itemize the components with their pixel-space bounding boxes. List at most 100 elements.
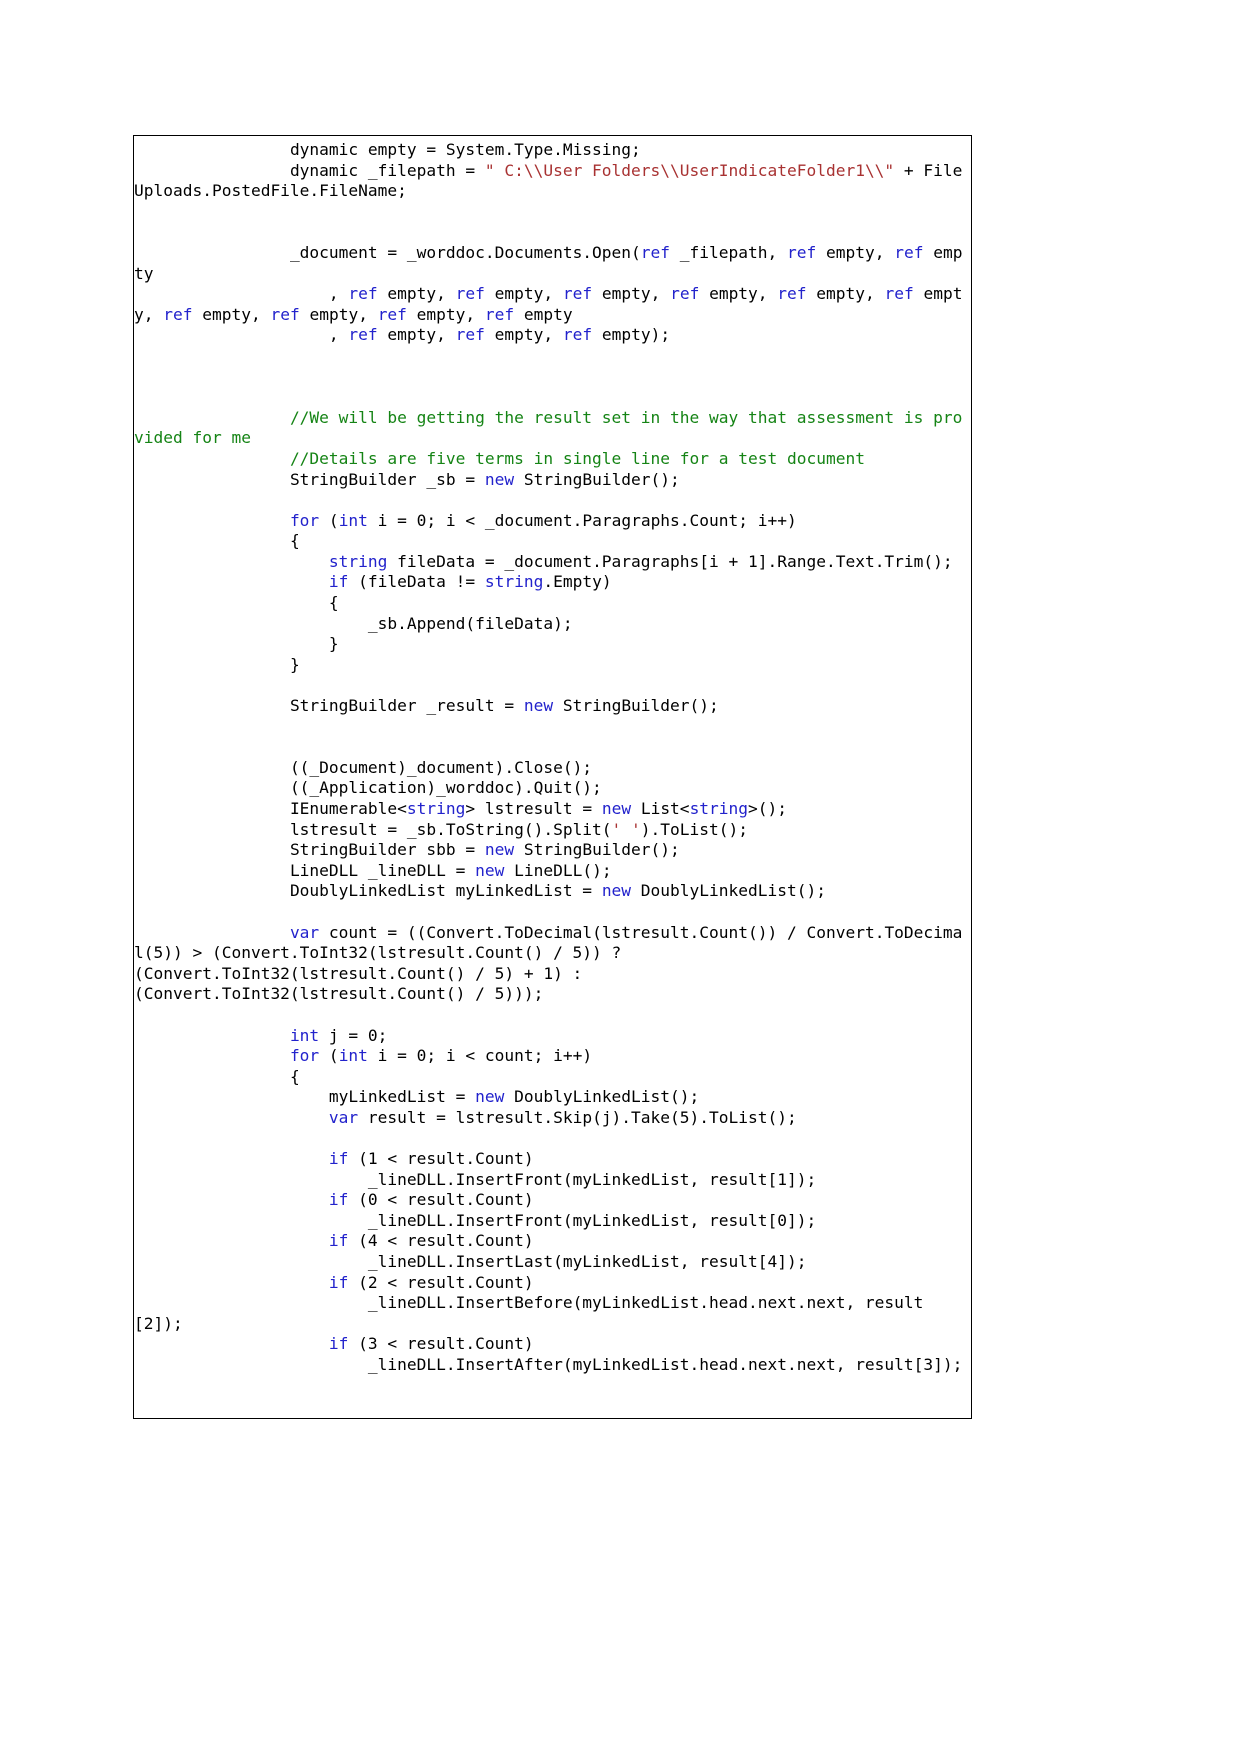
code-token-pln: ((_Document)_document).Close(); (289, 757, 593, 777)
code-line: } (134, 634, 339, 653)
code-token-pln: StringBuilder(); (514, 840, 680, 860)
code-token-pln: StringBuilder sbb = (289, 840, 485, 860)
code-line: //Details are five terms in single line … (134, 449, 865, 468)
code-line: _lineDLL.InsertAfter(myLinkedList.head.n… (134, 1355, 963, 1374)
code-token-pln: { (289, 1066, 300, 1086)
code-token-kw: for (289, 1046, 320, 1066)
code-token-kw: new (484, 469, 515, 489)
code-token-pln: _lineDLL.InsertFront(myLinkedList, resul… (367, 1169, 817, 1189)
code-token-pln: _filepath, (670, 242, 787, 262)
code-token-pln: (Convert.ToInt32(lstresult.Count() / 5))… (134, 984, 544, 1004)
code-line: //We will be getting the result set in t… (134, 408, 962, 448)
code-token-pln: } (328, 634, 339, 654)
code-token-pln: DoublyLinkedList(); (504, 1087, 700, 1107)
code-token-kw: int (338, 1046, 368, 1066)
code-token-pln: } (289, 654, 300, 674)
code-token-pln: LineDLL(); (504, 860, 612, 880)
code-line: IEnumerable<string> lstresult = new List… (134, 799, 787, 818)
code-token-str: ' ' (611, 819, 641, 839)
code-token-pln: empty, (192, 304, 271, 324)
code-token-pln: empty, (484, 284, 563, 304)
code-token-pln: StringBuilder(); (553, 696, 719, 716)
code-token-pln: _sb.Append(fileData); (367, 613, 573, 633)
code-line: _lineDLL.InsertFront(myLinkedList, resul… (134, 1211, 816, 1230)
code-token-pln: (Convert.ToInt32(lstresult.Count() / 5) … (134, 963, 583, 983)
code-token-pln: (4 < result.Count) (348, 1231, 534, 1251)
code-line: var result = lstresult.Skip(j).Take(5).T… (134, 1108, 797, 1127)
code-token-pln: empty, (377, 284, 456, 304)
code-token-str: " C:\\User Folders\\UserIndicateFolder1\… (484, 160, 895, 180)
code-token-pln: ( (319, 510, 339, 530)
code-token-pln: , (328, 325, 349, 345)
code-token-kw: string (689, 799, 749, 818)
code-token-pln: result = lstresult.Skip(j).Take(5).ToLis… (358, 1107, 797, 1127)
code-token-kw: int (338, 510, 368, 530)
code-token-pln: List< (631, 799, 690, 818)
code-token-pln: empty, (806, 284, 885, 304)
code-line: dynamic _filepath = " C:\\User Folders\\… (134, 161, 962, 201)
code-token-kw: string (328, 551, 388, 571)
code-token-kw: ref (270, 304, 300, 324)
code-token-pln: empty, (406, 304, 485, 324)
code-token-kw: ref (348, 284, 378, 304)
code-line: for (int i = 0; i < _document.Paragraphs… (134, 511, 797, 530)
code-line: _lineDLL.InsertLast(myLinkedList, result… (134, 1252, 807, 1271)
code-token-kw: for (289, 510, 320, 530)
code-token-pln: lstresult = _sb.ToString().Split( (289, 819, 612, 839)
code-token-pln: LineDLL _lineDLL = (289, 860, 476, 880)
code-line: _lineDLL.InsertFront(myLinkedList, resul… (134, 1170, 816, 1189)
code-line: if (fileData != string.Empty) (134, 572, 612, 591)
code-line: { (134, 593, 339, 612)
code-line: var count = ((Convert.ToDecimal(lstresul… (134, 923, 962, 963)
code-token-pln: empty (514, 304, 573, 324)
code-token-kw: if (328, 1272, 349, 1292)
code-line: ((_Document)_document).Close(); (134, 758, 592, 777)
code-line: if (1 < result.Count) (134, 1149, 534, 1168)
code-token-pln: ( (319, 1046, 339, 1066)
code-line: _lineDLL.InsertBefore(myLinkedList.head.… (134, 1293, 923, 1333)
code-token-kw: ref (562, 284, 593, 304)
code-token-pln: ).ToList(); (640, 819, 748, 839)
code-listing-box: dynamic empty = System.Type.Missing; dyn… (133, 135, 972, 1419)
document-page: dynamic empty = System.Type.Missing; dyn… (0, 0, 1241, 1754)
code-line: if (4 < result.Count) (134, 1231, 534, 1250)
code-token-pln: empty, (592, 284, 671, 304)
code-line: (Convert.ToInt32(lstresult.Count() / 5))… (134, 984, 543, 1003)
code-line: { (134, 1067, 300, 1086)
code-line: string fileData = _document.Paragraphs[i… (134, 552, 953, 571)
code-line: (Convert.ToInt32(lstresult.Count() / 5) … (134, 964, 582, 983)
code-token-pln: DoublyLinkedList(); (631, 881, 826, 901)
code-token-kw: new (601, 799, 632, 818)
code-token-kw: ref (884, 284, 914, 304)
code-token-kw: ref (484, 304, 515, 324)
code-line: if (0 < result.Count) (134, 1190, 534, 1209)
code-token-pln: i = 0; i < count; i++) (367, 1046, 593, 1066)
code-token-kw: ref (455, 284, 485, 304)
code-token-pln: StringBuilder _sb = (289, 469, 485, 489)
code-token-kw: new (601, 881, 632, 901)
code-token-kw: string (406, 799, 466, 818)
code-token-pln: dynamic empty = System.Type.Missing; (289, 140, 641, 159)
